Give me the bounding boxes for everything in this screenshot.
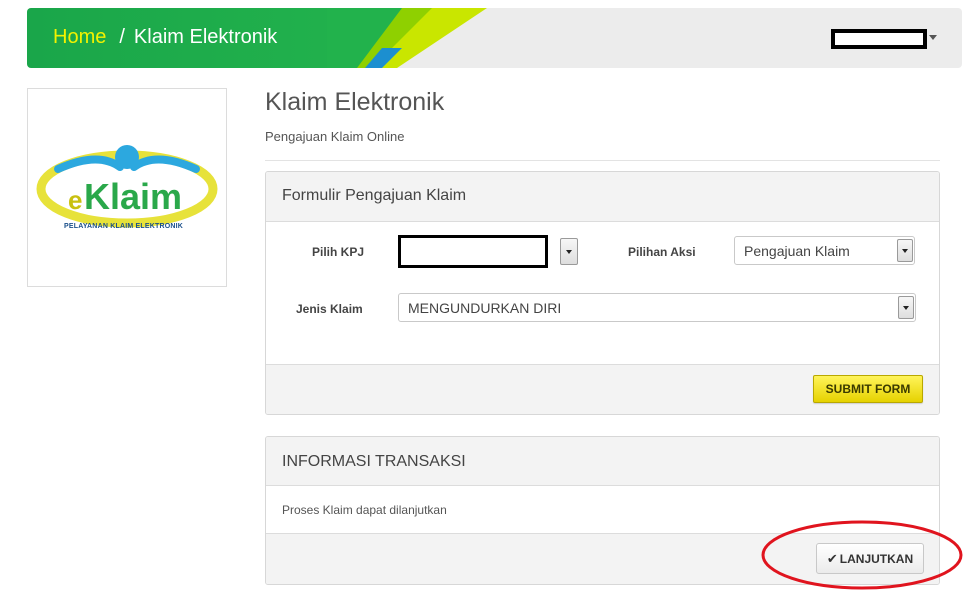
panel-footer: ✔ LANJUTKAN: [266, 533, 939, 584]
continue-button-label: LANJUTKAN: [839, 552, 914, 566]
submit-form-button[interactable]: SUBMIT FORM: [813, 375, 923, 403]
kpj-select-redacted[interactable]: [398, 235, 548, 268]
panel-header: Formulir Pengajuan Klaim: [266, 172, 939, 222]
breadcrumb-separator: /: [119, 26, 125, 48]
header-bar: Home / Klaim Elektronik: [27, 8, 962, 68]
header-stripes-decoration: [327, 8, 487, 68]
logo-caption: PELAYANAN KLAIM ELEKTRONIK: [64, 223, 184, 230]
claim-type-label: Jenis Klaim: [296, 302, 363, 316]
continue-button[interactable]: ✔ LANJUTKAN: [816, 543, 924, 574]
action-label: Pilihan Aksi: [628, 245, 696, 259]
page-subtitle: Pengajuan Klaim Online: [265, 129, 405, 144]
info-message: Proses Klaim dapat dilanjutkan: [282, 503, 447, 517]
kpj-label: Pilih KPJ: [312, 245, 365, 259]
chevron-down-icon[interactable]: [560, 238, 578, 265]
chevron-down-icon[interactable]: [898, 296, 914, 319]
panel-footer: SUBMIT FORM: [266, 364, 939, 414]
panel-title: Formulir Pengajuan Klaim: [282, 187, 467, 204]
user-menu[interactable]: [831, 29, 927, 49]
check-icon: ✔: [826, 551, 838, 566]
breadcrumb: Home / Klaim Elektronik: [53, 26, 277, 49]
panel-title: INFORMASI TRANSAKSI: [282, 453, 466, 470]
breadcrumb-home-link[interactable]: Home: [53, 26, 106, 48]
claim-type-select[interactable]: MENGUNDURKAN DIRI: [398, 293, 916, 322]
eklaim-logo-mark: e Klaim: [36, 145, 218, 228]
panel-header: INFORMASI TRANSAKSI: [266, 437, 939, 486]
divider: [265, 160, 940, 161]
action-select-value: Pengajuan Klaim: [744, 243, 850, 259]
page-title: Klaim Elektronik: [265, 88, 445, 116]
claim-type-select-value: MENGUNDURKAN DIRI: [408, 300, 562, 316]
claim-form-panel: Formulir Pengajuan Klaim Pilih KPJ Pilih…: [265, 171, 940, 415]
chevron-down-icon[interactable]: [929, 35, 937, 40]
eklaim-logo: e Klaim PELAYANAN KLAIM ELEKTRONIK: [27, 88, 227, 287]
transaction-info-panel: INFORMASI TRANSAKSI Proses Klaim dapat d…: [265, 436, 940, 585]
logo-wordmark-e: e: [68, 185, 82, 215]
breadcrumb-current: Klaim Elektronik: [133, 26, 278, 48]
logo-wordmark-klaim: Klaim: [84, 176, 182, 217]
user-name-redacted: [835, 33, 923, 45]
chevron-down-icon[interactable]: [897, 239, 913, 262]
action-select[interactable]: Pengajuan Klaim: [734, 236, 915, 265]
